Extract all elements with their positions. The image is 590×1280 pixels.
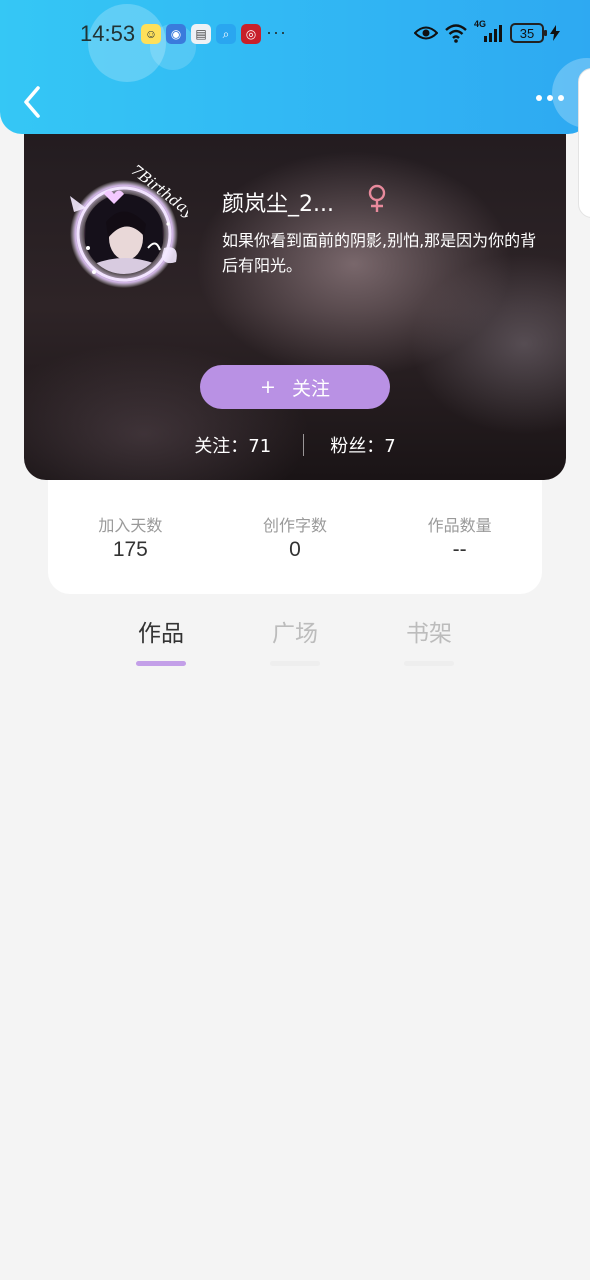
more-options-button[interactable] — [536, 95, 564, 101]
signal-icon: 4G — [474, 19, 504, 43]
tab-works[interactable]: 作品 — [131, 614, 191, 666]
follow-counts: 关注：71 粉丝：7 — [24, 430, 566, 460]
stat-works-count: 作品数量 -- — [377, 480, 542, 594]
stat-value: -- — [452, 538, 467, 561]
tab-indicator — [136, 661, 186, 666]
back-button[interactable] — [18, 84, 48, 120]
status-bar: 14:53 ☺ ◉ ▤ ⌕ ◎ ··· 4G 35 — [0, 0, 590, 68]
more-dots-icon — [536, 95, 542, 101]
search-app-icon: ⌕ — [216, 24, 236, 44]
tab-label: 作品 — [138, 621, 184, 647]
divider — [303, 434, 305, 456]
tab-plaza[interactable]: 广场 — [265, 614, 325, 666]
stats-card: 加入天数 175 创作字数 0 作品数量 -- — [48, 480, 542, 594]
follow-button-label: 关注 — [291, 377, 330, 400]
tab-label: 书架 — [406, 621, 452, 647]
plus-icon: + — [260, 376, 276, 398]
tab-label: 广场 — [272, 621, 318, 647]
charging-icon — [550, 25, 560, 41]
eye-icon — [414, 26, 438, 40]
tab-indicator — [270, 661, 320, 666]
floating-edge-panel[interactable] — [578, 68, 590, 218]
nickname: 颜岚尘_2... — [222, 192, 334, 217]
stat-join-days: 加入天数 175 — [48, 480, 213, 594]
baidu-app-icon: ☺ — [141, 24, 161, 44]
wifi-icon — [445, 24, 467, 43]
avatar[interactable]: 7Birthday — [64, 152, 188, 290]
weibo-app-icon: ◎ — [241, 24, 261, 44]
stat-label: 加入天数 — [98, 516, 163, 535]
content-tabs: 作品 广场 书架 — [0, 608, 590, 668]
notes-app-icon: ▤ — [191, 24, 211, 44]
notification-icons: ☺ ◉ ▤ ⌕ ◎ — [141, 24, 261, 44]
stat-word-count: 创作字数 0 — [213, 480, 378, 594]
stat-label: 作品数量 — [427, 516, 492, 535]
status-overflow-icon: ··· — [266, 22, 287, 42]
profile-card: 7Birthday 颜岚尘_2... 如果你看到面前的阴影,别怕,那是因为你的背… — [24, 134, 566, 480]
top-header: 14:53 ☺ ◉ ▤ ⌕ ◎ ··· 4G 35 — [0, 0, 590, 134]
tab-bookshelf[interactable]: 书架 — [399, 614, 459, 666]
status-time: 14:53 — [80, 21, 136, 46]
system-icons: 4G 35 — [414, 19, 560, 43]
battery-icon: 35 — [510, 23, 547, 43]
profile-page: 14:53 ☺ ◉ ▤ ⌕ ◎ ··· 4G 35 7Birthday 颜岚尘_… — [0, 0, 590, 1280]
stat-label: 创作字数 — [263, 516, 328, 535]
stat-value: 0 — [289, 538, 301, 561]
bio: 如果你看到面前的阴影,别怕,那是因为你的背后有阳光。 — [222, 231, 537, 275]
tab-indicator — [404, 661, 454, 666]
following-count[interactable]: 关注：71 — [194, 432, 271, 458]
follow-button[interactable]: + 关注 — [200, 365, 390, 409]
followers-count[interactable]: 粉丝：7 — [330, 432, 395, 458]
female-icon — [368, 184, 386, 212]
security-app-icon: ◉ — [166, 24, 186, 44]
stat-value: 175 — [112, 538, 148, 561]
